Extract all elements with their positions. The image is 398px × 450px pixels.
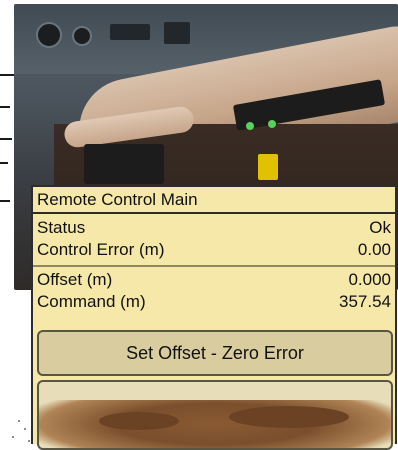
mud-splatter — [229, 406, 349, 428]
dash-slot — [110, 24, 150, 40]
partially-visible-button[interactable] — [37, 380, 393, 450]
edge-mark — [0, 200, 10, 202]
panel-title: Remote Control Main — [33, 187, 395, 214]
divider — [33, 265, 395, 267]
control-error-value: 0.00 — [357, 240, 391, 259]
remote-control-panel: Remote Control Main Status Ok Control Er… — [31, 185, 397, 450]
offset-label: Offset (m) — [37, 270, 113, 289]
mud-splatter — [99, 412, 179, 430]
speck — [12, 436, 14, 438]
status-label: Status — [37, 218, 86, 237]
dial-icon — [72, 26, 92, 46]
edge-mark — [0, 74, 14, 76]
command-row: Command (m) 357.54 — [33, 291, 395, 313]
command-value: 357.54 — [339, 292, 391, 311]
offset-value: 0.000 — [348, 270, 391, 289]
mud-overlay — [39, 400, 391, 448]
speck — [24, 428, 26, 430]
dial-icon — [36, 22, 62, 48]
set-offset-zero-error-button[interactable]: Set Offset - Zero Error — [37, 330, 393, 376]
led-icon — [268, 120, 276, 128]
control-error-label: Control Error (m) — [37, 240, 165, 259]
dash-slot — [164, 22, 190, 44]
led-icon — [246, 122, 254, 130]
console-buttons — [84, 144, 164, 184]
speck — [18, 420, 20, 422]
status-row: Status Ok — [33, 217, 395, 239]
edge-mark — [0, 138, 12, 140]
yellow-lever — [258, 154, 278, 180]
edge-mark — [0, 162, 8, 164]
speck — [28, 440, 30, 442]
status-value: Ok — [369, 218, 391, 237]
control-error-row: Control Error (m) 0.00 — [33, 239, 395, 261]
offset-row: Offset (m) 0.000 — [33, 269, 395, 291]
edge-mark — [0, 106, 10, 108]
command-label: Command (m) — [37, 292, 146, 311]
